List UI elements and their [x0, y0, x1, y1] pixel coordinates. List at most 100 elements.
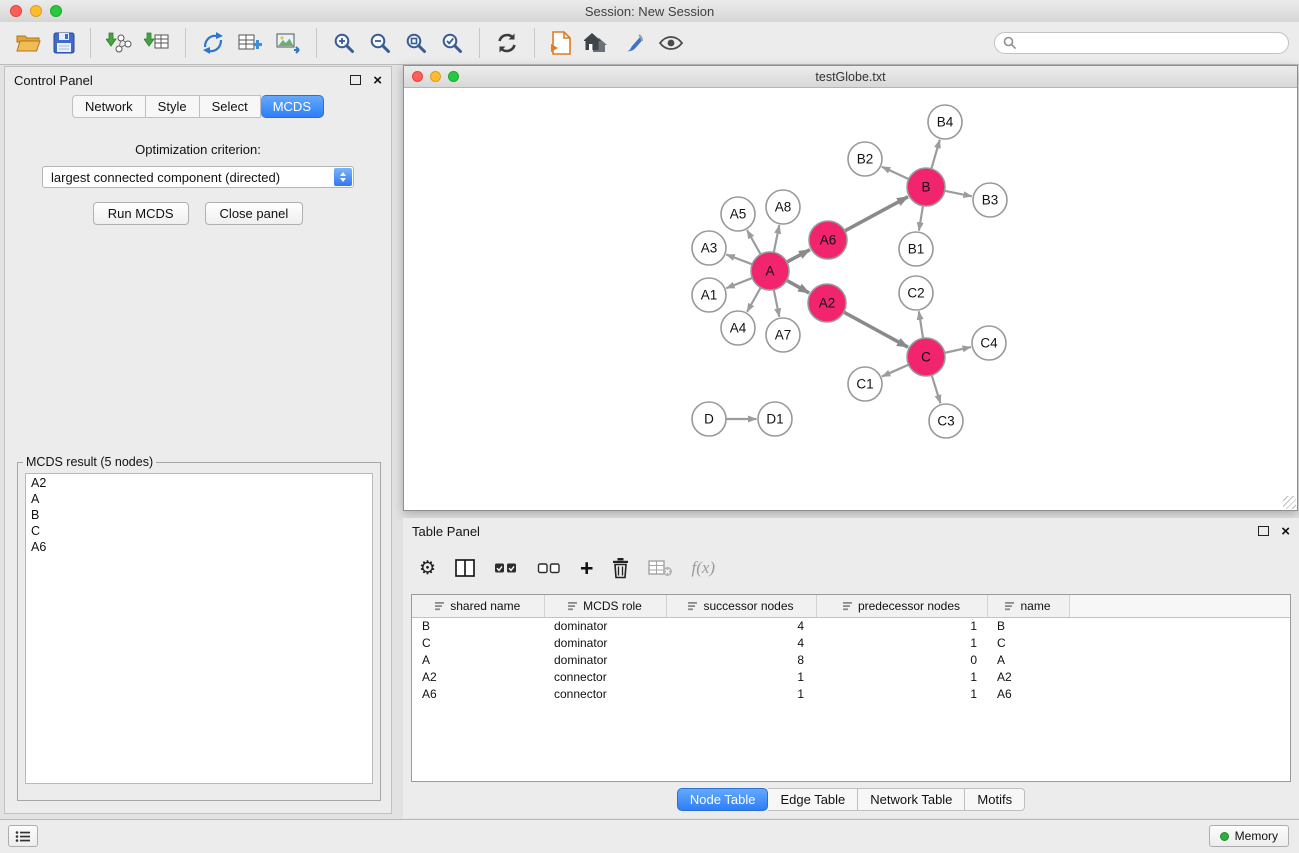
- edge-C-C3[interactable]: [932, 375, 941, 403]
- node-C2[interactable]: C2: [899, 276, 933, 310]
- tab-network-table[interactable]: Network Table: [858, 788, 965, 811]
- close-window-button[interactable]: [10, 5, 22, 17]
- node-B[interactable]: B: [907, 168, 945, 206]
- node-A1[interactable]: A1: [692, 278, 726, 312]
- edge-A6-B[interactable]: [845, 197, 908, 231]
- deselect-all-columns-button[interactable]: [537, 560, 562, 576]
- node-D[interactable]: D: [692, 402, 726, 436]
- memory-button[interactable]: Memory: [1209, 825, 1289, 847]
- table-settings-button[interactable]: ⚙: [419, 559, 436, 578]
- delete-column-button[interactable]: [611, 557, 630, 579]
- zoom-fit-button[interactable]: [402, 29, 430, 57]
- table-row[interactable]: A2connector11A2: [412, 669, 1290, 686]
- node-A8[interactable]: A8: [766, 190, 800, 224]
- node-B4[interactable]: B4: [928, 105, 962, 139]
- edge-A-A2[interactable]: [787, 280, 810, 293]
- node-D1[interactable]: D1: [758, 402, 792, 436]
- node-C[interactable]: C: [907, 338, 945, 376]
- open-session-button[interactable]: [14, 30, 43, 56]
- search-input[interactable]: [1022, 35, 1280, 51]
- style-brush-button[interactable]: [620, 29, 648, 57]
- table-row[interactable]: Bdominator41B: [412, 618, 1290, 636]
- close-panel-icon[interactable]: ×: [373, 73, 382, 88]
- zoom-network-window-button[interactable]: [448, 71, 459, 82]
- edge-A-A4[interactable]: [747, 288, 761, 312]
- zoom-in-button[interactable]: [330, 29, 358, 57]
- table-row[interactable]: Cdominator41C: [412, 635, 1290, 652]
- list-item[interactable]: B: [26, 507, 372, 523]
- import-network-button[interactable]: [104, 29, 134, 57]
- edge-A-A7[interactable]: [774, 290, 780, 317]
- tab-edge-table[interactable]: Edge Table: [768, 788, 858, 811]
- node-A6[interactable]: A6: [809, 221, 847, 259]
- add-column-button[interactable]: +: [580, 558, 593, 579]
- node-B2[interactable]: B2: [848, 142, 882, 176]
- optimization-select[interactable]: largest connected component (directed): [42, 166, 354, 188]
- home-button[interactable]: [582, 30, 612, 56]
- run-mcds-button[interactable]: Run MCDS: [93, 202, 189, 225]
- edge-A-A8[interactable]: [774, 225, 780, 252]
- table-row[interactable]: Adominator80A: [412, 652, 1290, 669]
- node-A4[interactable]: A4: [721, 311, 755, 345]
- import-table-button[interactable]: [142, 29, 172, 57]
- list-item[interactable]: C: [26, 523, 372, 539]
- list-item[interactable]: A: [26, 491, 372, 507]
- node-A3[interactable]: A3: [692, 231, 726, 265]
- edge-A-A1[interactable]: [726, 278, 752, 288]
- refresh-button[interactable]: [493, 29, 521, 57]
- table-row[interactable]: A6connector11A6: [412, 686, 1290, 703]
- save-session-button[interactable]: [51, 30, 77, 56]
- document-button[interactable]: [548, 29, 574, 57]
- column-header-name[interactable]: name: [987, 595, 1069, 618]
- new-network-button[interactable]: [199, 29, 227, 57]
- edge-A2-C[interactable]: [844, 312, 908, 347]
- column-header-mcds-role[interactable]: MCDS role: [544, 595, 666, 618]
- column-header-predecessor-nodes[interactable]: predecessor nodes: [816, 595, 987, 618]
- eye-button[interactable]: [656, 31, 686, 55]
- network-window-titlebar[interactable]: testGlobe.txt: [404, 66, 1297, 88]
- edge-B-B4[interactable]: [931, 140, 939, 169]
- tab-style[interactable]: Style: [146, 95, 200, 118]
- list-item[interactable]: A2: [26, 475, 372, 491]
- close-table-panel-icon[interactable]: ×: [1281, 524, 1290, 539]
- edge-B-B1[interactable]: [919, 206, 923, 231]
- node-B3[interactable]: B3: [973, 183, 1007, 217]
- edge-A-A5[interactable]: [747, 230, 761, 254]
- mcds-result-list[interactable]: A2ABCA6: [25, 473, 373, 784]
- node-B1[interactable]: B1: [899, 232, 933, 266]
- column-header-shared-name[interactable]: shared name: [412, 595, 544, 618]
- edge-B-B3[interactable]: [945, 191, 972, 197]
- minimize-window-button[interactable]: [30, 5, 42, 17]
- node-C3[interactable]: C3: [929, 404, 963, 438]
- node-A5[interactable]: A5: [721, 197, 755, 231]
- float-panel-icon[interactable]: [350, 75, 361, 85]
- node-A7[interactable]: A7: [766, 318, 800, 352]
- edge-C-C4[interactable]: [945, 347, 971, 353]
- edge-C-C2[interactable]: [919, 311, 923, 338]
- edge-A-A6[interactable]: [787, 250, 810, 262]
- tab-node-table[interactable]: Node Table: [677, 788, 769, 811]
- search-box[interactable]: [994, 32, 1289, 54]
- list-item[interactable]: A6: [26, 539, 372, 555]
- node-C4[interactable]: C4: [972, 326, 1006, 360]
- tab-mcds[interactable]: MCDS: [261, 95, 324, 118]
- node-A[interactable]: A: [751, 252, 789, 290]
- node-C1[interactable]: C1: [848, 367, 882, 401]
- show-columns-button[interactable]: [454, 558, 476, 578]
- edge-A-A3[interactable]: [726, 255, 752, 265]
- zoom-out-button[interactable]: [366, 29, 394, 57]
- export-image-button[interactable]: [273, 29, 303, 57]
- zoom-window-button[interactable]: [50, 5, 62, 17]
- close-network-window-button[interactable]: [412, 71, 423, 82]
- tab-select[interactable]: Select: [200, 95, 261, 118]
- edge-B-B2[interactable]: [882, 167, 909, 179]
- close-panel-button[interactable]: Close panel: [205, 202, 304, 225]
- zoom-selected-button[interactable]: [438, 29, 466, 57]
- float-table-panel-icon[interactable]: [1258, 526, 1269, 536]
- network-canvas[interactable]: B4B2BB3A5A8A6A3B1AC2A1A2A4A7C4CC1C3DD1: [404, 88, 1297, 510]
- resize-corner[interactable]: [1283, 496, 1296, 509]
- minimize-network-window-button[interactable]: [430, 71, 441, 82]
- new-table-button[interactable]: [235, 29, 265, 57]
- column-header-successor-nodes[interactable]: successor nodes: [666, 595, 816, 618]
- select-all-columns-button[interactable]: [494, 560, 519, 576]
